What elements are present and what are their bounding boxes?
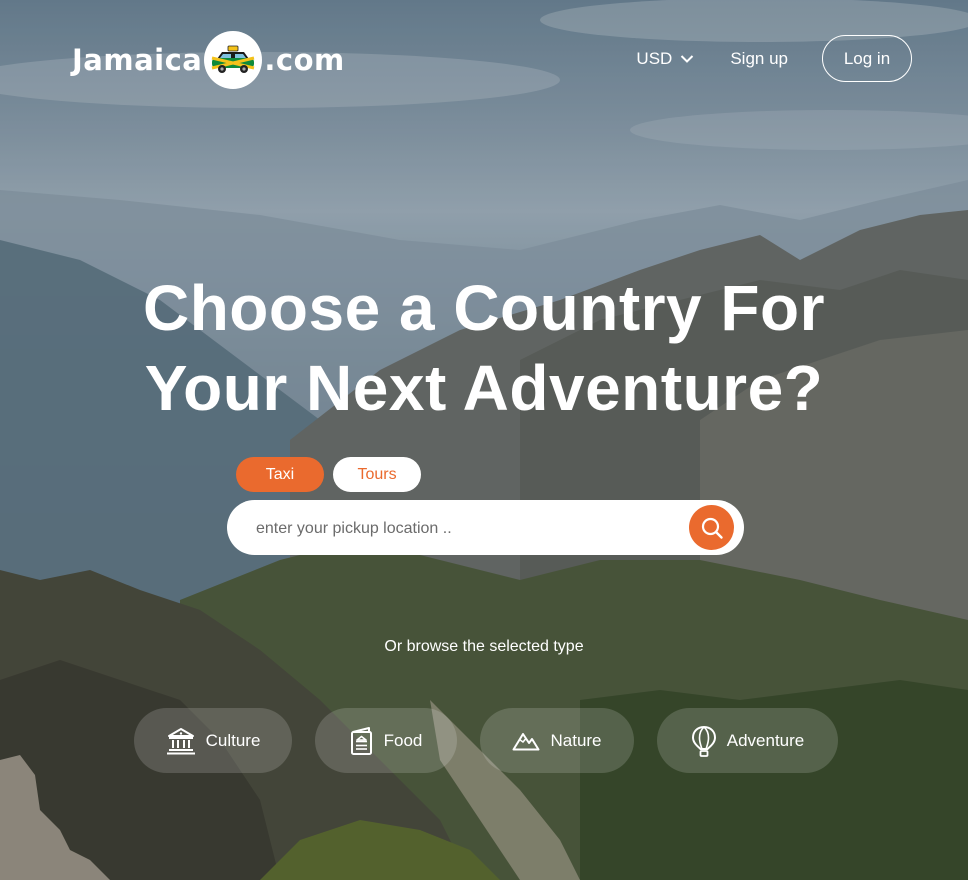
search-icon: [701, 517, 723, 539]
category-culture-button[interactable]: Culture: [134, 708, 292, 773]
login-button-label: Log in: [843, 48, 891, 68]
logo-text-suffix: .com: [264, 43, 345, 77]
category-culture-label: Culture: [205, 730, 261, 750]
category-nature-button[interactable]: Nature: [480, 708, 634, 773]
signup-link[interactable]: Sign up: [730, 49, 788, 69]
category-food-button[interactable]: Food: [315, 708, 457, 773]
login-button[interactable]: Log in: [822, 35, 912, 82]
currency-label: USD: [636, 48, 673, 68]
mountain-icon: [512, 730, 540, 752]
chevron-down-icon: [681, 54, 694, 63]
category-adventure-button[interactable]: Adventure: [657, 708, 838, 773]
taxi-car-icon: [204, 31, 263, 89]
headline-line-2: Your Next Adventure?: [144, 352, 824, 424]
browse-hint: Or browse the selected type: [384, 638, 584, 655]
museum-icon: [166, 727, 196, 755]
service-tabs: Taxi Tours: [236, 457, 421, 492]
site-logo[interactable]: Jamaica .com: [72, 30, 345, 90]
currency-selector[interactable]: USD: [636, 49, 694, 69]
category-adventure-label: Adventure: [726, 730, 805, 750]
search-button[interactable]: [689, 505, 734, 550]
menu-icon: [350, 726, 374, 756]
pickup-location-input[interactable]: [254, 500, 698, 557]
hero-headline: Choose a Country For Your Next Adventure…: [0, 268, 968, 428]
header-nav: USD Sign up Log in: [636, 35, 912, 82]
category-food-label: Food: [383, 730, 423, 750]
logo-text-prefix: Jamaica: [72, 43, 203, 77]
hot-air-balloon-icon: [691, 725, 717, 757]
category-nature-label: Nature: [550, 730, 602, 750]
tab-taxi[interactable]: Taxi: [236, 457, 324, 492]
tab-tours[interactable]: Tours: [333, 457, 421, 492]
search-bar: [227, 500, 744, 557]
headline-line-1: Choose a Country For: [142, 272, 826, 344]
